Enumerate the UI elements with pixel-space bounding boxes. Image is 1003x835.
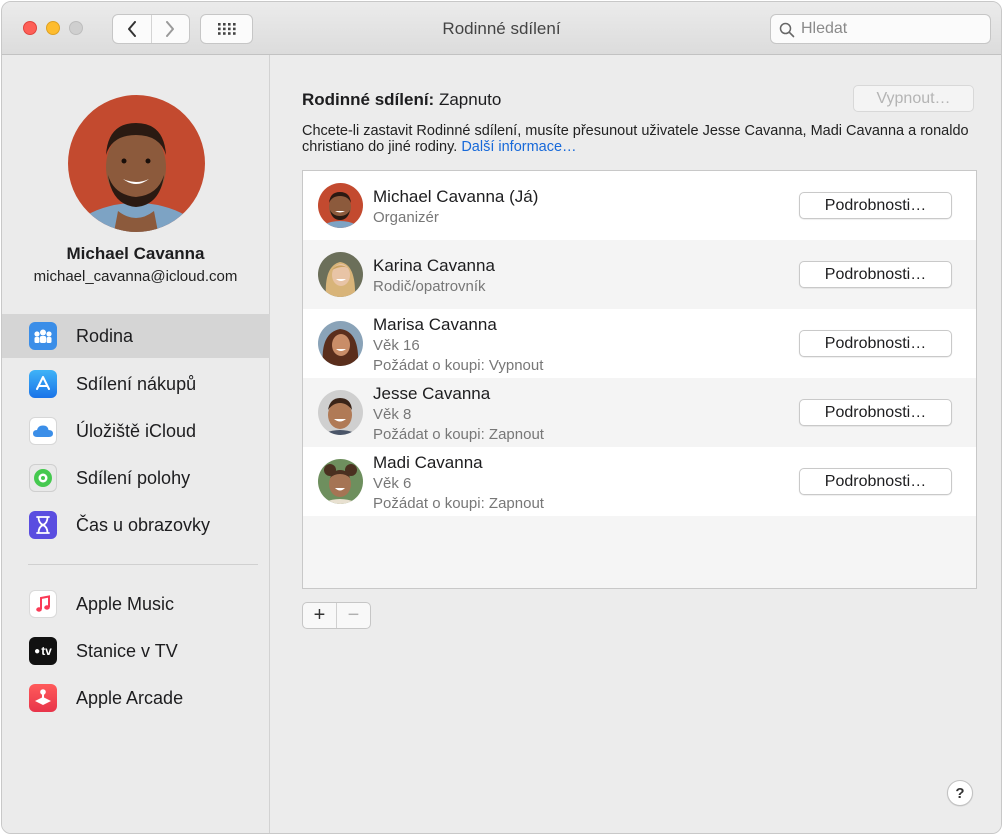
member-ask-to-buy: Požádat o koupi: Zapnout xyxy=(373,426,544,443)
sidebar-item-location-sharing[interactable]: Sdílení polohy xyxy=(2,456,270,500)
search-field[interactable] xyxy=(770,14,991,44)
member-ask-to-buy: Požádat o koupi: Zapnout xyxy=(373,495,544,512)
member-age: Věk 6 xyxy=(373,475,412,492)
user-email: michael_cavanna@icloud.com xyxy=(33,268,238,285)
info-note: Chcete-li zastavit Rodinné sdílení, musí… xyxy=(302,123,982,155)
details-button[interactable]: Podrobnosti… xyxy=(799,330,952,357)
member-row[interactable]: Karina Cavanna Rodič/opatrovník Podrobno… xyxy=(303,240,976,309)
member-age: Věk 16 xyxy=(373,337,420,354)
sidebar-item-apple-tv[interactable]: ● tv Stanice v TV xyxy=(2,629,270,673)
sidebar-item-label: Čas u obrazovky xyxy=(76,514,211,535)
family-members-list: Michael Cavanna (Já) Organizér Podrobnos… xyxy=(302,170,977,589)
details-button[interactable]: Podrobnosti… xyxy=(799,468,952,495)
member-avatar xyxy=(318,390,363,435)
help-button[interactable]: ? xyxy=(947,780,973,806)
sidebar-item-label: Sdílení polohy xyxy=(76,467,191,488)
member-role: Organizér xyxy=(373,209,439,226)
find-my-icon xyxy=(29,464,57,492)
sidebar-item-apple-arcade[interactable]: Apple Arcade xyxy=(2,676,270,720)
member-avatar xyxy=(318,459,363,504)
details-button[interactable]: Podrobnosti… xyxy=(799,261,952,288)
member-row[interactable]: Michael Cavanna (Já) Organizér Podrobnos… xyxy=(303,171,976,240)
sidebar-item-purchase-sharing[interactable]: Sdílení nákupů xyxy=(2,362,270,406)
sidebar-item-rodina[interactable]: Rodina xyxy=(2,314,270,358)
member-age: Věk 8 xyxy=(373,406,412,423)
icloud-icon xyxy=(29,417,57,445)
family-icon xyxy=(29,322,57,350)
user-name: Michael Cavanna xyxy=(66,244,205,263)
sidebar-item-label: Úložiště iCloud xyxy=(76,420,197,441)
member-name: Marisa Cavanna xyxy=(373,315,497,334)
sidebar-item-label: Stanice v TV xyxy=(76,640,178,661)
member-name: Madi Cavanna xyxy=(373,453,483,472)
note-text: Chcete-li zastavit Rodinné sdílení, musí… xyxy=(302,123,969,155)
apple-tv-badge: tv xyxy=(41,644,52,658)
member-row[interactable]: Jesse Cavanna Věk 8 Požádat o koupi: Zap… xyxy=(303,378,976,447)
music-note-icon xyxy=(29,590,57,618)
sidebar-item-label: Apple Music xyxy=(76,593,175,614)
sidebar-item-screen-time[interactable]: Čas u obrazovky xyxy=(2,503,270,547)
member-role: Rodič/opatrovník xyxy=(373,278,486,295)
member-avatar xyxy=(318,252,363,297)
family-sharing-status: Rodinné sdílení: Zapnuto xyxy=(302,90,501,110)
arcade-icon xyxy=(29,684,57,712)
details-button[interactable]: Podrobnosti… xyxy=(799,192,952,219)
title-bar: Rodinné sdílení xyxy=(2,2,1001,55)
system-preferences-window: Rodinné sdílení Michael Cavanna xyxy=(1,1,1002,834)
apple-tv-icon: ● tv xyxy=(29,637,57,665)
remove-member-button[interactable]: − xyxy=(336,603,370,628)
sidebar: Michael Cavanna michael_cavanna@icloud.c… xyxy=(2,55,270,833)
sidebar-divider xyxy=(28,564,258,565)
sidebar-item-label: Rodina xyxy=(76,325,134,346)
sidebar-item-apple-music[interactable]: Apple Music xyxy=(2,582,270,626)
add-remove-group: + − xyxy=(302,602,371,629)
turn-off-button[interactable]: Vypnout… xyxy=(853,85,974,112)
member-name: Karina Cavanna xyxy=(373,256,495,275)
search-input[interactable] xyxy=(801,19,981,39)
app-store-icon xyxy=(29,370,57,398)
member-avatar xyxy=(318,183,363,228)
status-label: Rodinné sdílení: xyxy=(302,90,435,109)
user-avatar[interactable] xyxy=(68,95,205,232)
main-panel: Rodinné sdílení: Zapnuto Vypnout… Chcete… xyxy=(271,55,1001,833)
sidebar-item-icloud-storage[interactable]: Úložiště iCloud xyxy=(2,409,270,453)
member-avatar xyxy=(318,321,363,366)
member-row[interactable]: Marisa Cavanna Věk 16 Požádat o koupi: V… xyxy=(303,309,976,378)
more-info-link[interactable]: Další informace… xyxy=(461,139,576,155)
member-name: Michael Cavanna (Já) xyxy=(373,187,539,206)
member-ask-to-buy: Požádat o koupi: Vypnout xyxy=(373,357,544,374)
sidebar-item-label: Apple Arcade xyxy=(76,687,184,708)
sidebar-item-label: Sdílení nákupů xyxy=(76,373,197,394)
member-row[interactable]: Madi Cavanna Věk 6 Požádat o koupi: Zapn… xyxy=(303,447,976,516)
add-member-button[interactable]: + xyxy=(303,603,336,628)
member-name: Jesse Cavanna xyxy=(373,384,491,403)
search-icon xyxy=(779,22,795,38)
hourglass-icon xyxy=(29,511,57,539)
details-button[interactable]: Podrobnosti… xyxy=(799,399,952,426)
status-value: Zapnuto xyxy=(438,90,502,109)
